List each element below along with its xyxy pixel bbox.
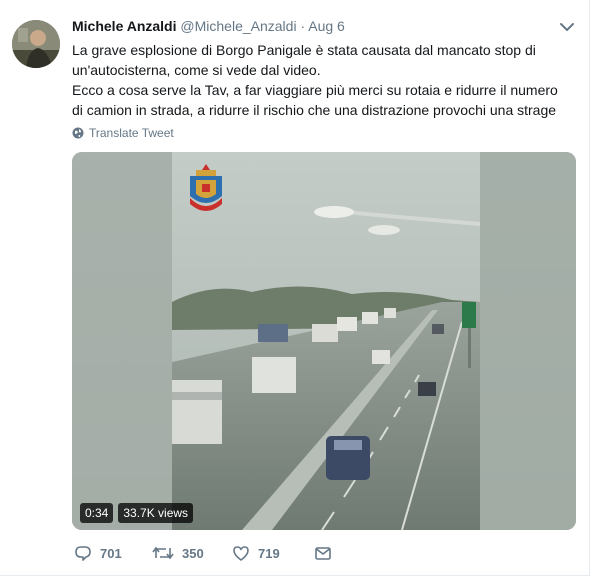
reply-icon	[75, 546, 91, 561]
translate-tweet-link[interactable]: Translate Tweet	[72, 126, 174, 140]
like-button[interactable]: 719	[232, 541, 280, 565]
retweet-count: 350	[182, 545, 204, 561]
video-player[interactable]	[72, 152, 576, 530]
heart-icon	[233, 546, 249, 561]
tweet-date[interactable]: Aug 6	[308, 18, 345, 34]
reply-count: 701	[100, 545, 122, 561]
like-count: 719	[258, 545, 280, 561]
video-views: 33.7K views	[118, 503, 194, 523]
avatar-image	[12, 20, 60, 68]
tweet-actions: 701 350 719	[72, 541, 552, 565]
globe-icon	[72, 127, 84, 139]
direct-message-button[interactable]	[314, 541, 332, 565]
author-handle[interactable]: @Michele_Anzaldi	[180, 18, 296, 34]
tweet-text-line: Ecco a cosa serve la Tav, a far viaggiar…	[72, 82, 558, 118]
tweet-card: Michele Anzaldi @Michele_Anzaldi · Aug 6…	[0, 0, 590, 576]
author-name[interactable]: Michele Anzaldi	[72, 18, 177, 34]
reply-button[interactable]: 701	[74, 541, 122, 565]
retweet-button[interactable]: 350	[152, 541, 204, 565]
tweet-text-line: La grave esplosione di Borgo Panigale è …	[72, 42, 536, 78]
avatar[interactable]	[12, 20, 60, 68]
translate-label: Translate Tweet	[89, 126, 174, 140]
header-separator: ·	[300, 18, 306, 34]
tweet-text: La grave esplosione di Borgo Panigale è …	[72, 40, 572, 120]
retweet-icon	[152, 546, 174, 560]
tweet-header: Michele Anzaldi @Michele_Anzaldi · Aug 6	[72, 18, 549, 38]
envelope-icon	[315, 547, 331, 560]
video-thumbnail	[72, 152, 576, 530]
video-duration: 0:34	[80, 503, 114, 523]
video-badges: 0:34 33.7K views	[80, 503, 194, 523]
chevron-down-icon[interactable]	[559, 20, 575, 34]
